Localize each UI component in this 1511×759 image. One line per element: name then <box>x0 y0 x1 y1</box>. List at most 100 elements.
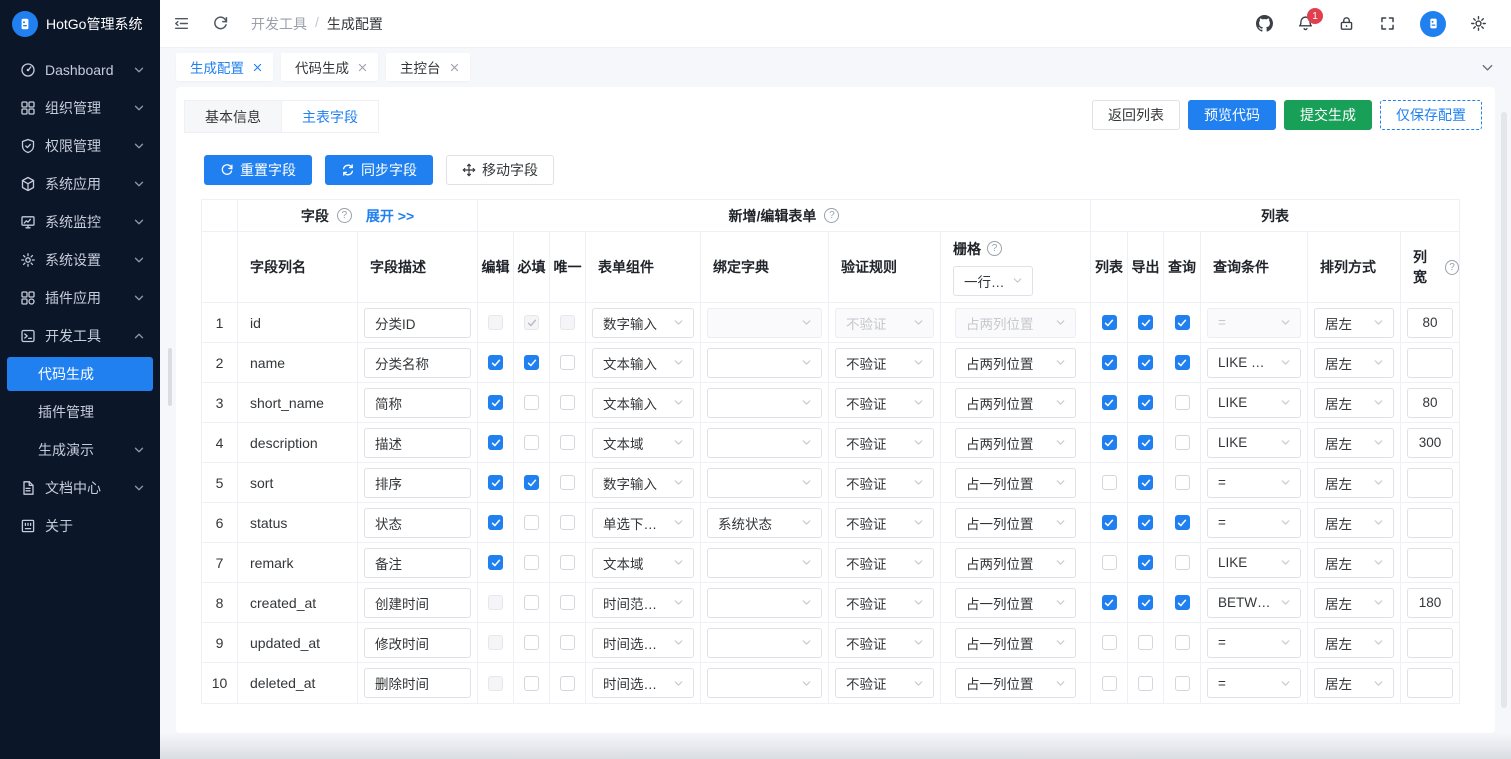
column-width-input[interactable] <box>1407 507 1453 538</box>
form-widget-select[interactable]: 单选下拉框 <box>592 507 694 538</box>
back-to-list-button[interactable]: 返回列表 <box>1092 100 1180 130</box>
form-widget-select[interactable]: 数字输入 <box>592 307 694 338</box>
sidebar-item-dev-tools[interactable]: 开发工具 <box>0 317 160 355</box>
form-widget-select[interactable]: 时间选择(Y-... <box>592 668 694 698</box>
list-checkbox[interactable] <box>1101 355 1117 370</box>
lock-icon[interactable] <box>1338 15 1355 32</box>
column-width-input[interactable] <box>1407 668 1453 698</box>
align-select[interactable]: 居左 <box>1314 347 1394 378</box>
edit-checkbox[interactable] <box>488 555 503 570</box>
notification-bell-icon[interactable]: 1 <box>1297 8 1323 32</box>
scrollbar-thumb[interactable] <box>1501 112 1507 708</box>
form-widget-select[interactable]: 文本域 <box>592 547 694 578</box>
column-width-input[interactable] <box>1407 627 1453 658</box>
field-desc-input[interactable] <box>364 387 471 418</box>
column-width-input[interactable] <box>1407 547 1453 578</box>
list-checkbox[interactable] <box>1101 635 1117 650</box>
grid-span-select[interactable]: 占一列位置 <box>955 507 1076 538</box>
help-icon[interactable] <box>987 241 1002 256</box>
align-select[interactable]: 居左 <box>1314 547 1394 578</box>
field-desc-input[interactable] <box>364 668 471 698</box>
sidebar-item-dashboard[interactable]: Dashboard <box>0 51 160 89</box>
form-widget-select[interactable]: 时间范围选择 <box>592 587 694 618</box>
export-checkbox[interactable] <box>1138 395 1153 410</box>
required-checkbox[interactable] <box>524 515 539 530</box>
reset-fields-button[interactable]: 重置字段 <box>204 155 312 185</box>
list-checkbox[interactable] <box>1101 315 1117 330</box>
required-checkbox[interactable] <box>524 595 539 610</box>
tabs-dropdown-chevron-icon[interactable] <box>1480 60 1495 75</box>
unique-checkbox[interactable] <box>560 515 575 530</box>
query-checkbox[interactable] <box>1174 435 1190 450</box>
bind-dict-select[interactable] <box>707 668 822 698</box>
grid-span-select[interactable]: 占两列位置 <box>955 547 1076 578</box>
list-checkbox[interactable] <box>1101 515 1117 530</box>
query-checkbox[interactable] <box>1174 475 1190 490</box>
unique-checkbox[interactable] <box>560 635 575 650</box>
export-checkbox[interactable] <box>1138 475 1153 490</box>
sidebar-item-org-manage[interactable]: 组织管理 <box>0 89 160 127</box>
validate-rule-select[interactable]: 不验证 <box>835 387 934 418</box>
grid-layout-select[interactable]: 一行两列 <box>953 265 1033 296</box>
export-checkbox[interactable] <box>1138 315 1153 330</box>
close-icon[interactable] <box>252 62 263 73</box>
validate-rule-select[interactable]: 不验证 <box>835 347 934 378</box>
help-icon[interactable] <box>1444 259 1459 275</box>
bind-dict-select[interactable]: 系统状态 <box>707 507 822 538</box>
required-checkbox[interactable] <box>524 355 539 370</box>
bind-dict-select[interactable] <box>707 467 822 498</box>
grid-span-select[interactable]: 占一列位置 <box>955 587 1076 618</box>
query-cond-select[interactable]: = <box>1207 668 1301 698</box>
align-select[interactable]: 居左 <box>1314 507 1394 538</box>
list-checkbox[interactable] <box>1101 435 1117 450</box>
field-desc-input[interactable] <box>364 547 471 578</box>
column-width-input[interactable] <box>1407 387 1453 418</box>
form-widget-select[interactable]: 文本输入 <box>592 347 694 378</box>
sidebar-item-sys-monitor[interactable]: 系统监控 <box>0 203 160 241</box>
align-select[interactable]: 居左 <box>1314 668 1394 698</box>
close-icon[interactable] <box>449 62 460 73</box>
save-config-only-button[interactable]: 仅保存配置 <box>1380 100 1482 130</box>
grid-span-select[interactable]: 占一列位置 <box>955 467 1076 498</box>
page-tab-chip[interactable]: 代码生成 <box>281 53 378 81</box>
bind-dict-select[interactable] <box>707 627 822 658</box>
edit-checkbox[interactable] <box>488 515 503 530</box>
query-cond-select[interactable]: LIKE <box>1207 547 1301 578</box>
field-desc-input[interactable] <box>364 307 471 338</box>
github-icon[interactable] <box>1256 15 1273 32</box>
form-widget-select[interactable]: 文本输入 <box>592 387 694 418</box>
align-select[interactable]: 居左 <box>1314 307 1394 338</box>
preview-code-button[interactable]: 预览代码 <box>1188 100 1276 130</box>
close-icon[interactable] <box>357 62 368 73</box>
validate-rule-select[interactable]: 不验证 <box>835 627 934 658</box>
align-select[interactable]: 居左 <box>1314 467 1394 498</box>
field-desc-input[interactable] <box>364 467 471 498</box>
bind-dict-select[interactable] <box>707 587 822 618</box>
grid-span-select[interactable]: 占两列位置 <box>955 427 1076 458</box>
breadcrumb-section[interactable]: 开发工具 <box>251 14 307 34</box>
query-checkbox[interactable] <box>1174 515 1190 530</box>
field-desc-input[interactable] <box>364 627 471 658</box>
query-cond-select[interactable]: = <box>1207 627 1301 658</box>
column-width-input[interactable] <box>1407 467 1453 498</box>
query-checkbox[interactable] <box>1174 635 1190 650</box>
list-checkbox[interactable] <box>1101 475 1117 490</box>
required-checkbox[interactable] <box>524 395 539 410</box>
align-select[interactable]: 居左 <box>1314 587 1394 618</box>
sidebar-item-gen-demo[interactable]: 生成演示 <box>0 431 160 469</box>
sidebar-item-perm-manage[interactable]: 权限管理 <box>0 127 160 165</box>
query-checkbox[interactable] <box>1174 355 1190 370</box>
required-checkbox[interactable] <box>524 635 539 650</box>
list-checkbox[interactable] <box>1101 595 1117 610</box>
unique-checkbox[interactable] <box>560 595 575 610</box>
required-checkbox[interactable] <box>524 675 539 691</box>
app-logo[interactable]: HotGo管理系统 <box>0 0 160 48</box>
grid-span-select[interactable]: 占两列位置 <box>955 347 1076 378</box>
query-cond-select[interactable]: LIKE <box>1207 387 1301 418</box>
required-checkbox[interactable] <box>524 555 539 570</box>
expand-columns-link[interactable]: 展开 >> <box>366 206 414 226</box>
unique-checkbox[interactable] <box>560 555 575 570</box>
validate-rule-select[interactable]: 不验证 <box>835 467 934 498</box>
form-widget-select[interactable]: 数字输入 <box>592 467 694 498</box>
sidebar-item-code-gen[interactable]: 代码生成 <box>0 355 160 393</box>
